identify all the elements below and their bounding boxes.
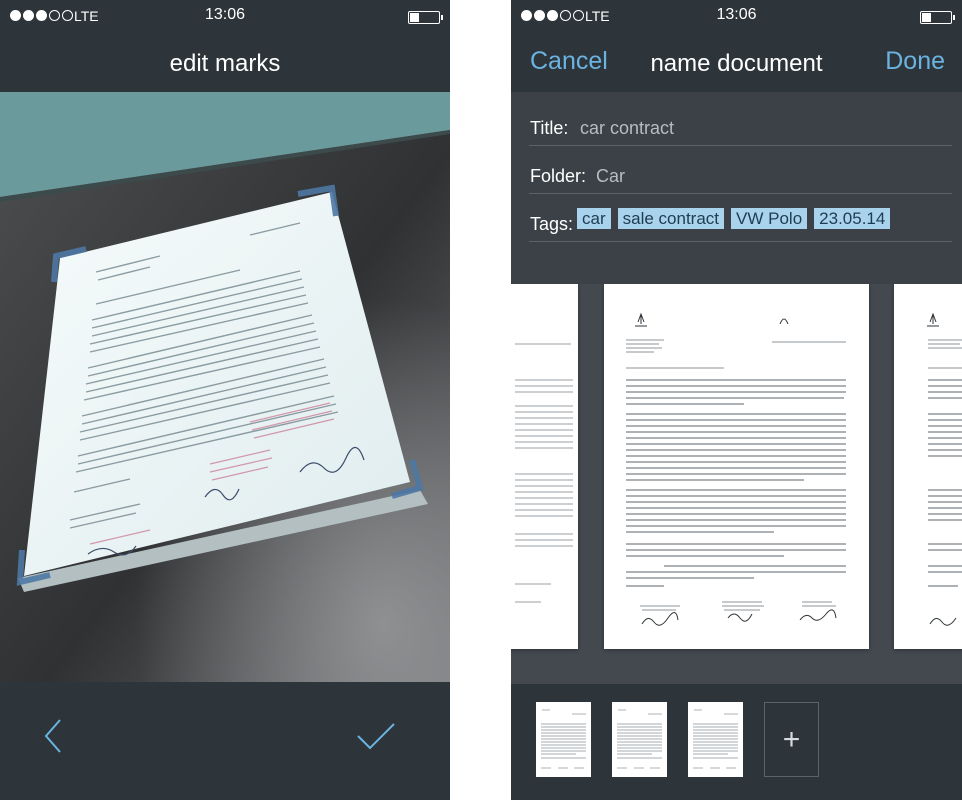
checkmark-icon[interactable] [354, 720, 396, 752]
thumbnail-image [617, 709, 662, 769]
thumbnail-image [541, 709, 586, 769]
edit-marks-screen: LTE 13:06 edit marks [0, 0, 450, 800]
status-bar: LTE 13:06 [0, 0, 450, 34]
folder-row[interactable]: Folder: Car [529, 146, 952, 194]
tag-chip[interactable]: car [577, 208, 611, 229]
tag-chip[interactable]: VW Polo [731, 208, 808, 229]
clock: 13:06 [716, 6, 757, 23]
document-page-image [626, 312, 846, 626]
done-button[interactable]: Done [885, 47, 945, 76]
document-photo-image [0, 92, 450, 682]
page-thumbnail[interactable] [688, 702, 743, 777]
navigation-bar: edit marks [0, 34, 450, 92]
add-page-button[interactable]: + [764, 702, 819, 777]
tag-list: car sale contract VW Polo 23.05.14 [577, 208, 891, 229]
current-page-preview[interactable] [604, 284, 869, 649]
title-row[interactable]: Title: car contract [529, 98, 952, 146]
battery-icon [920, 11, 955, 24]
document-page-image [927, 312, 962, 626]
chevron-left-icon[interactable] [40, 718, 70, 754]
document-details-form: Title: car contract Folder: Car Tags: ca… [511, 92, 962, 284]
thumbnail-image [693, 709, 738, 769]
plus-icon: + [782, 723, 801, 756]
battery-icon [408, 11, 443, 24]
page-thumbnail-bar: + [511, 684, 962, 800]
page-title: edit marks [169, 50, 281, 77]
document-page-image [515, 343, 573, 603]
tags-label: Tags: [530, 214, 574, 234]
next-page-preview[interactable] [894, 284, 962, 649]
title-field[interactable]: car contract [580, 118, 674, 139]
tag-chip[interactable]: 23.05.14 [814, 208, 891, 229]
clock: 13:06 [204, 6, 246, 23]
name-document-screen: LTE 13:06 Cancel name document Done Titl… [511, 0, 962, 800]
page-thumbnail[interactable] [612, 702, 667, 777]
navigation-bar: Cancel name document Done [511, 34, 962, 92]
title-label: Title: [530, 118, 569, 138]
folder-field[interactable]: Car [596, 166, 625, 187]
previous-page-preview[interactable] [511, 284, 578, 649]
folder-label: Folder: [530, 166, 587, 186]
document-photo[interactable] [0, 92, 450, 682]
status-bar: LTE 13:06 [511, 0, 962, 34]
page-carousel[interactable] [511, 284, 962, 684]
page-thumbnail[interactable] [536, 702, 591, 777]
tag-chip[interactable]: sale contract [617, 208, 725, 229]
